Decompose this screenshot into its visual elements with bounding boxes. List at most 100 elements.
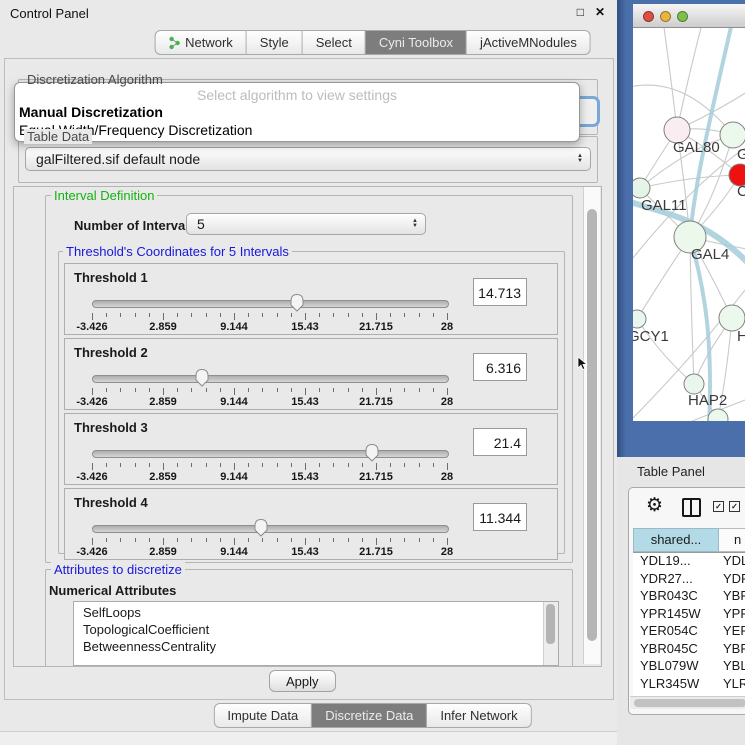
threshold-label: Threshold 4 <box>74 495 148 510</box>
slider-track[interactable] <box>92 300 449 308</box>
table-row[interactable]: YER054CYER0 <box>633 623 745 641</box>
table-cell-name: YBR0 <box>719 641 745 659</box>
table-hscrollbar[interactable] <box>630 696 745 709</box>
threshold-panel-2: Threshold 2-3.4262.8599.14415.4321.71528… <box>64 338 558 410</box>
table-row[interactable]: YBR045CYBR0 <box>633 641 745 659</box>
panel-scrollbar[interactable] <box>583 187 600 664</box>
slider-scale-label: 15.43 <box>291 396 319 408</box>
table-header-name[interactable]: n <box>719 528 745 552</box>
bottom-tab-impute-data[interactable]: Impute Data <box>213 703 312 728</box>
slider-tick <box>291 313 292 317</box>
slider-tick <box>404 538 405 542</box>
table-row[interactable]: YBR043CYBR0 <box>633 588 745 606</box>
bottom-tab-discretize-data[interactable]: Discretize Data <box>312 703 427 728</box>
slider-tick <box>390 313 391 317</box>
float-icon[interactable]: □ <box>577 5 584 19</box>
threshold-value-field[interactable]: 14.713 <box>473 278 527 306</box>
network-canvas[interactable]: GAL80GACGAL11GAL4GCY1HHAP2 <box>633 28 745 421</box>
list-item[interactable]: SelfLoops <box>74 604 558 621</box>
slider-tick <box>333 538 334 542</box>
tab-jactivemnodules[interactable]: jActiveMNodules <box>467 30 591 55</box>
algorithm-option-manual[interactable]: Manual Discretization <box>15 103 579 121</box>
slider-tick <box>319 388 320 392</box>
table-data-combo[interactable]: galFiltered.sif default node ▲▼ <box>25 147 591 171</box>
table-header-shared-name[interactable]: shared... <box>633 528 719 552</box>
list-scrollbar-thumb[interactable] <box>546 604 555 644</box>
slider-tick <box>177 538 178 542</box>
slider-tick <box>135 313 136 317</box>
slider-tick <box>419 388 420 392</box>
tab-select[interactable]: Select <box>303 30 366 55</box>
slider-tick <box>447 538 448 545</box>
minimize-traffic-light[interactable] <box>660 11 671 22</box>
slider-tick <box>248 313 249 317</box>
tab-cyni-toolbox[interactable]: Cyni Toolbox <box>366 30 467 55</box>
slider-tick <box>106 313 107 317</box>
numerical-attributes-list[interactable]: SelfLoopsTopologicalCoefficientBetweenne… <box>73 601 559 666</box>
gear-icon[interactable]: ⚙ <box>646 494 663 516</box>
slider-scale-label: 15.43 <box>291 471 319 483</box>
threshold-slider-2[interactable]: -3.4262.8599.14415.4321.71528 <box>92 367 447 407</box>
tab-select-label: Select <box>316 35 352 50</box>
slider-track[interactable] <box>92 525 449 533</box>
threshold-value-field[interactable]: 11.344 <box>473 503 527 531</box>
control-panel-footer <box>0 731 617 745</box>
network-node-gcy1[interactable] <box>633 310 646 328</box>
threshold-value-field[interactable]: 6.316 <box>473 353 527 381</box>
bottom-tab-infer-network[interactable]: Infer Network <box>427 703 531 728</box>
network-view-window: GAL80GACGAL11GAL4GCY1HHAP2 <box>633 4 745 421</box>
table-row[interactable]: YDL19...YDL1 <box>633 553 745 571</box>
slider-scale-label: 9.144 <box>220 546 248 558</box>
slider-tick <box>106 463 107 467</box>
checkbox-icon[interactable]: ✓ <box>729 501 740 512</box>
network-window-titlebar[interactable] <box>633 4 745 28</box>
slider-track[interactable] <box>92 375 449 383</box>
list-item[interactable]: BetweennessCentrality <box>74 638 558 655</box>
apply-button[interactable]: Apply <box>269 670 336 692</box>
slider-tick <box>348 538 349 542</box>
network-node-gal11[interactable] <box>633 178 650 198</box>
network-node-hap2[interactable] <box>684 374 704 394</box>
table-cell-shared-name: YBR043C <box>633 588 719 606</box>
slider-tick <box>149 538 150 542</box>
slider-thumb[interactable] <box>364 443 380 467</box>
tab-network[interactable]: Network <box>154 30 247 55</box>
slider-thumb[interactable] <box>253 518 269 542</box>
slider-track[interactable] <box>92 450 449 458</box>
panel-scrollbar-thumb[interactable] <box>587 209 597 641</box>
slider-scale-label: 15.43 <box>291 321 319 333</box>
list-scrollbar[interactable] <box>543 602 558 665</box>
slider-tick <box>404 313 405 317</box>
threshold-slider-3[interactable]: -3.4262.8599.14415.4321.71528 <box>92 442 447 482</box>
close-icon[interactable]: ✕ <box>595 5 605 19</box>
network-node-ga[interactable] <box>720 122 745 148</box>
table-row[interactable]: YBL079WYBL0 <box>633 658 745 676</box>
threshold-value-field[interactable]: 21.4 <box>473 428 527 456</box>
threshold-slider-1[interactable]: -3.4262.8599.14415.4321.71528 <box>92 292 447 332</box>
table-cell-shared-name: YBR045C <box>633 641 719 659</box>
slider-tick <box>262 388 263 392</box>
tab-style[interactable]: Style <box>247 30 303 55</box>
slider-thumb[interactable] <box>194 368 210 392</box>
split-columns-icon[interactable] <box>682 498 701 517</box>
slider-tick <box>404 463 405 467</box>
algorithm-option-equal-width[interactable]: Equal Width/Frequency Discretization <box>15 121 579 139</box>
table-row[interactable]: YLR345WYLR3 <box>633 676 745 694</box>
table-hscrollbar-thumb[interactable] <box>634 699 745 707</box>
table-row[interactable]: YPR145WYPR1 <box>633 606 745 624</box>
slider-scale-label: 2.859 <box>149 321 177 333</box>
node-label: C <box>737 183 745 200</box>
threshold-slider-4[interactable]: -3.4262.8599.14415.4321.71528 <box>92 517 447 557</box>
table-row[interactable]: YDR27...YDR2 <box>633 571 745 589</box>
zoom-traffic-light[interactable] <box>677 11 688 22</box>
num-intervals-combo[interactable]: 5 ▲▼ <box>186 213 426 235</box>
slider-tick <box>163 313 164 320</box>
checkbox-icon[interactable]: ✓ <box>713 501 724 512</box>
slider-scale-label: 21.715 <box>359 471 393 483</box>
slider-tick <box>433 313 434 317</box>
control-panel-title: Control Panel <box>10 6 89 21</box>
list-item[interactable]: TopologicalCoefficient <box>74 621 558 638</box>
slider-tick <box>376 313 377 320</box>
table-cell-name: YDR2 <box>719 571 745 589</box>
close-traffic-light[interactable] <box>643 11 654 22</box>
